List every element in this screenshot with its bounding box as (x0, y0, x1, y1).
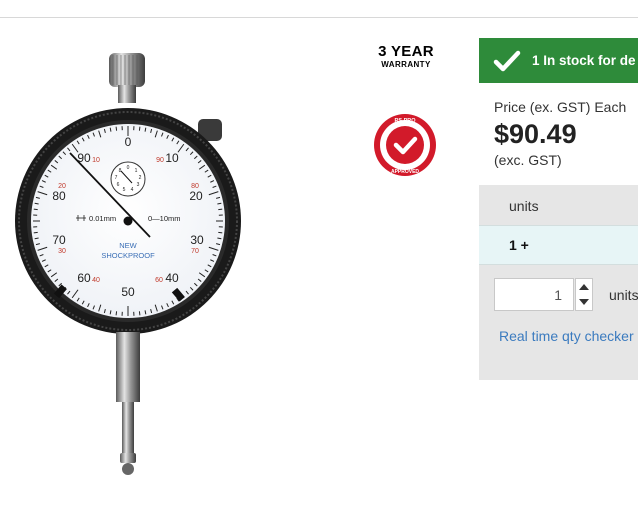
dial-label-20: 20 (189, 189, 203, 203)
subdial-label: 5 (123, 187, 126, 193)
product-image[interactable]: 0 10 20 30 40 50 60 70 80 90 10 20 30 40… (10, 45, 250, 485)
price-tier-row: 1 + (479, 225, 638, 265)
price-tier-label: 1 + (509, 237, 529, 253)
badge-bottom-text: APPROVED (391, 169, 419, 175)
dial-red-label: 10 (92, 157, 100, 164)
stock-status-text: 1 In stock for de (532, 53, 636, 68)
price-tax-note: (exc. GST) (494, 152, 562, 168)
dial-red-label: 90 (156, 157, 164, 164)
real-time-qty-checker-link[interactable]: Real time qty checker (499, 328, 634, 344)
subdial-label: 6 (117, 182, 120, 188)
brand-line-1: NEW (119, 241, 137, 250)
subdial-label: 0 (127, 165, 130, 171)
warranty-years: 3 YEAR (378, 43, 434, 60)
dial-red-label: 40 (92, 277, 100, 284)
badge-top-text: RS PRO (394, 118, 416, 124)
dial-label-30: 30 (190, 233, 204, 247)
subdial-label: 4 (131, 187, 134, 193)
dial-label-10: 10 (165, 151, 179, 165)
quantity-stepper[interactable] (575, 278, 593, 311)
header-divider (0, 17, 638, 18)
check-icon (493, 50, 521, 71)
rs-pro-approved-badge: RS PRO APPROVED (372, 112, 438, 178)
dial-label-0: 0 (125, 135, 132, 149)
dial-red-label: 80 (191, 183, 199, 190)
decrement-arrow-icon[interactable] (578, 295, 590, 310)
subdial-label: 3 (137, 182, 140, 188)
subdial-label: 1 (135, 168, 138, 174)
dial-tick (115, 311, 118, 316)
dial-tick (218, 208, 223, 211)
dial-tick (115, 126, 118, 131)
resolution-text: 0.01mm (89, 214, 116, 223)
dial-red-label: 20 (58, 183, 66, 190)
warranty-label: WARRANTY (381, 60, 431, 69)
dial-red-label: 70 (191, 248, 199, 255)
price-table-header: units (479, 185, 638, 225)
dial-tick (218, 231, 223, 234)
dial-label-50: 50 (121, 285, 135, 299)
dial-label-40: 40 (165, 271, 179, 285)
increment-arrow-icon[interactable] (578, 279, 590, 294)
price-value: $90.49 (494, 119, 577, 149)
dial-tick (33, 208, 38, 211)
range-text: 0—10mm (148, 214, 181, 223)
dial-label-80: 80 (52, 189, 66, 203)
dial-tick (138, 311, 141, 316)
warranty-badge: 3 YEAR WARRANTY (372, 44, 440, 70)
price-label: Price (ex. GST) Each (494, 99, 627, 115)
dial-label-60: 60 (77, 271, 91, 285)
brand-line-2: SHOCKPROOF (101, 251, 155, 260)
dial-tick (138, 126, 141, 131)
stock-status-bar: 1 In stock for de (479, 38, 638, 83)
dial-tick (33, 231, 38, 234)
dial-red-label: 60 (155, 277, 163, 284)
units-column-header: units (509, 198, 539, 214)
subdial-label: 7 (115, 175, 118, 181)
quantity-input[interactable] (494, 278, 574, 311)
quantity-units-label: units (609, 287, 638, 303)
subdial-label: 2 (139, 175, 142, 181)
dial-label-70: 70 (52, 233, 66, 247)
dial-red-label: 30 (58, 248, 66, 255)
